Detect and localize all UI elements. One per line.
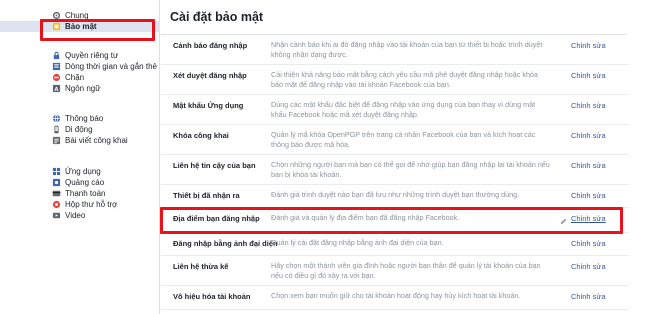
settings-row-trusted-contacts[interactable]: Liên hệ tin cậy của bạn Chọn những người… bbox=[161, 155, 629, 185]
sidebar-item-label: Chặn bbox=[65, 73, 85, 82]
row-description: Quản lý cài đặt đăng nhập bằng ảnh đại d… bbox=[271, 238, 444, 247]
sidebar-item-label: Video bbox=[65, 211, 86, 220]
row-label: Mật khẩu Ứng dụng bbox=[173, 101, 244, 110]
edit-link[interactable]: Chỉnh sửa bbox=[571, 239, 606, 248]
edit-link[interactable]: Chỉnh sửa bbox=[571, 101, 606, 110]
sidebar-item-block[interactable]: Chặn bbox=[0, 72, 160, 83]
edit-link[interactable]: Chỉnh sửa bbox=[571, 191, 606, 200]
ads-icon bbox=[52, 178, 61, 187]
video-icon bbox=[52, 211, 61, 220]
sidebar-item-label: Bài viết công khai bbox=[65, 136, 128, 145]
sidebar-group-apps: Ứng dụng Quảng cáo Thanh toán Hộp thư hỗ… bbox=[0, 166, 160, 221]
sidebar-item-timeline[interactable]: Dòng thời gian và gắn thẻ bbox=[0, 61, 160, 72]
settings-row-deactivate-account[interactable]: Vô hiệu hóa tài khoản Chọn xem bạn muốn … bbox=[161, 286, 629, 310]
sidebar-item-payments[interactable]: Thanh toán bbox=[0, 188, 160, 199]
sidebar-item-label: Dòng thời gian và gắn thẻ bbox=[65, 62, 157, 71]
edit-link[interactable]: Chỉnh sửa bbox=[571, 292, 606, 301]
sidebar-item-video[interactable]: Video bbox=[0, 210, 160, 221]
page-title: Cài đặt bảo mật bbox=[170, 10, 264, 24]
row-label: Khóa công khai bbox=[173, 131, 229, 140]
sidebar-item-apps[interactable]: Ứng dụng bbox=[0, 166, 160, 177]
row-label: Vô hiệu hóa tài khoản bbox=[173, 292, 251, 301]
sidebar-item-notifications[interactable]: Thông báo bbox=[0, 113, 160, 124]
row-label: Liên hệ tin cậy của bạn bbox=[173, 161, 256, 170]
row-label: Đăng nhập bằng ảnh đại diện bbox=[173, 239, 278, 248]
sidebar-group-privacy: Quyền riêng tư Dòng thời gian và gắn thẻ… bbox=[0, 50, 160, 94]
edit-link[interactable]: Chỉnh sửa bbox=[571, 131, 606, 140]
row-description: Quản lý mã khóa OpenPGP trên trang cá nh… bbox=[271, 130, 536, 149]
row-description: Cải thiện khả năng bảo mật bằng cách yêu… bbox=[271, 70, 538, 89]
sidebar-item-label: Thông báo bbox=[65, 114, 104, 123]
highlight-box-where-logged-in bbox=[160, 207, 623, 234]
row-description: Đánh giá trình duyệt nào bạn đã lưu như … bbox=[271, 190, 520, 199]
timeline-icon bbox=[52, 62, 61, 71]
payment-icon bbox=[52, 189, 61, 198]
row-label: Cảnh báo đăng nhập bbox=[173, 41, 248, 50]
row-label: Thiết bị đã nhận ra bbox=[173, 191, 240, 200]
sidebar-item-label: Di động bbox=[65, 125, 93, 134]
sidebar-item-label: Quyền riêng tư bbox=[65, 51, 119, 60]
row-label: Liên hệ thừa kế bbox=[173, 262, 229, 271]
edit-link[interactable]: Chỉnh sửa bbox=[571, 41, 606, 50]
sidebar-item-privacy[interactable]: Quyền riêng tư bbox=[0, 50, 160, 61]
sidebar-item-label: Ứng dụng bbox=[65, 167, 101, 176]
row-label: Xét duyệt đăng nhập bbox=[173, 71, 247, 80]
highlight-box-security bbox=[40, 19, 155, 41]
language-icon: A bbox=[52, 84, 61, 93]
settings-row-login-approvals[interactable]: Xét duyệt đăng nhập Cải thiện khả năng b… bbox=[161, 65, 629, 95]
settings-row-legacy-contact[interactable]: Liên hệ thừa kế Hãy chọn một thành viên … bbox=[161, 256, 629, 286]
row-description: Chọn những người bạn mà bạn có thể gọi đ… bbox=[271, 160, 550, 179]
globe-icon bbox=[52, 114, 61, 123]
row-description: Nhận cảnh báo khi ai đó đăng nhập vào tà… bbox=[271, 40, 543, 59]
sidebar-item-public-posts[interactable]: Bài viết công khai bbox=[0, 135, 160, 146]
sidebar-item-label: Thanh toán bbox=[65, 189, 106, 198]
settings-row-public-key[interactable]: Khóa công khai Quản lý mã khóa OpenPGP t… bbox=[161, 125, 629, 155]
edit-link[interactable]: Chỉnh sửa bbox=[571, 71, 606, 80]
apps-icon bbox=[52, 167, 61, 176]
support-icon bbox=[52, 200, 61, 209]
sidebar-item-mobile[interactable]: Di động bbox=[0, 124, 160, 135]
lock-icon bbox=[52, 51, 61, 60]
row-description: Dùng các mật khẩu đặc biệt để đăng nhập … bbox=[271, 100, 536, 119]
sidebar-group-notifications: Thông báo Di động Bài viết công khai bbox=[0, 113, 160, 146]
rss-icon bbox=[52, 136, 61, 145]
settings-row-profile-picture-login[interactable]: Đăng nhập bằng ảnh đại diện Quản lý cài … bbox=[161, 233, 629, 256]
sidebar-item-label: Hộp thư hỗ trợ bbox=[65, 200, 118, 209]
sidebar-item-label: Quảng cáo bbox=[65, 178, 105, 187]
row-description: Chọn xem bạn muốn giữ cho tài khoản hoạt… bbox=[271, 291, 521, 300]
sidebar-item-label: Ngôn ngữ bbox=[65, 84, 101, 93]
block-icon bbox=[52, 73, 61, 82]
edit-link[interactable]: Chỉnh sửa bbox=[571, 161, 606, 170]
security-settings-panel: Cài đặt bảo mật Cảnh báo đăng nhập Nhận … bbox=[160, 0, 666, 314]
row-description: Hãy chọn một thành viên gia đình hoặc ng… bbox=[271, 261, 541, 280]
settings-row-recognized-devices[interactable]: Thiết bị đã nhận ra Đánh giá trình duyệt… bbox=[161, 185, 629, 208]
settings-sidebar: Chung Bảo mật Quyền riêng tư Dòng thời g… bbox=[0, 0, 160, 314]
sidebar-item-support-inbox[interactable]: Hộp thư hỗ trợ bbox=[0, 199, 160, 210]
sidebar-item-language[interactable]: A Ngôn ngữ bbox=[0, 83, 160, 94]
sidebar-item-ads[interactable]: Quảng cáo bbox=[0, 177, 160, 188]
settings-row-app-passwords[interactable]: Mật khẩu Ứng dụng Dùng các mật khẩu đặc … bbox=[161, 95, 629, 125]
settings-row-login-alerts[interactable]: Cảnh báo đăng nhập Nhận cảnh báo khi ai … bbox=[161, 35, 629, 65]
mobile-icon bbox=[52, 125, 61, 134]
edit-link[interactable]: Chỉnh sửa bbox=[571, 262, 606, 271]
